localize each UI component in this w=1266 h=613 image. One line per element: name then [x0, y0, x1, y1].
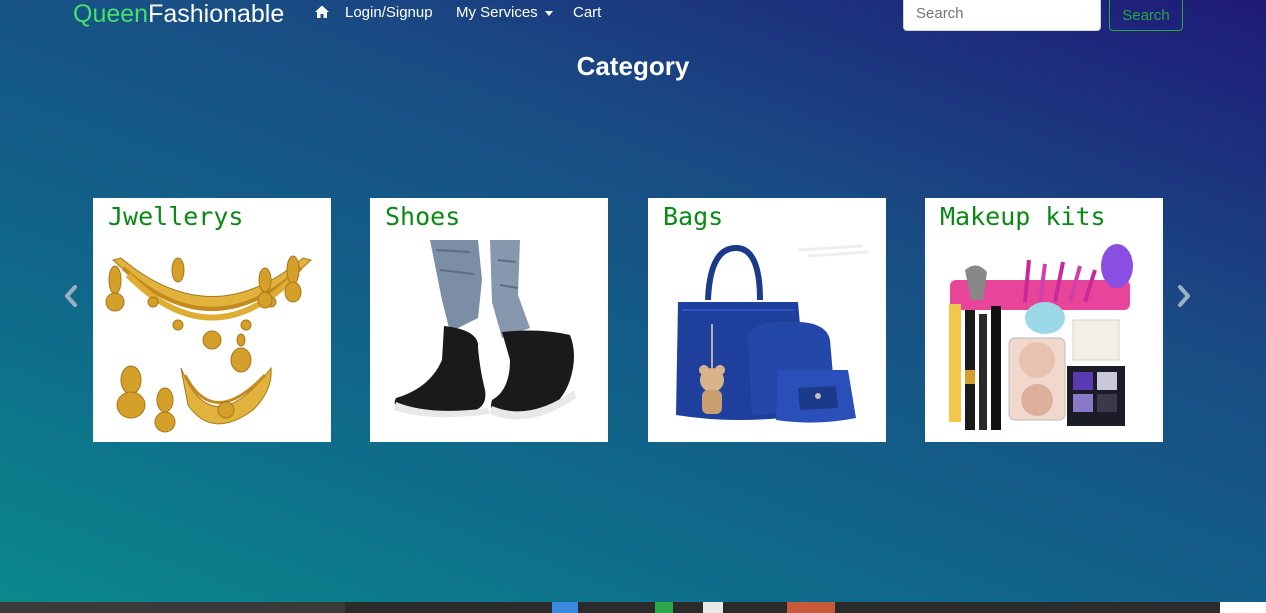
bags-image	[676, 244, 869, 423]
category-label: Jwellerys	[108, 202, 244, 231]
navbar: QueenFashionable Login/Signup My Service…	[0, 0, 1266, 31]
brand-part1: Queen	[73, 0, 149, 28]
taskbar-app-icon[interactable]	[703, 602, 723, 613]
taskbar-app-icon[interactable]	[552, 602, 578, 613]
category-card-jewellery[interactable]: Jwellerys	[93, 198, 331, 442]
taskbar-app-icon[interactable]	[787, 602, 835, 613]
os-taskbar	[0, 602, 1266, 613]
brand-logo[interactable]: QueenFashionable	[73, 0, 284, 28]
category-label: Makeup kits	[940, 202, 1106, 231]
chevron-left-icon[interactable]	[62, 284, 80, 308]
category-card-makeup-kits[interactable]: Makeup kits	[925, 198, 1163, 442]
shoes-image	[394, 240, 576, 420]
nav-cart[interactable]: Cart	[573, 4, 601, 22]
nav-my-services-dropdown[interactable]: My Services	[456, 4, 553, 22]
makeup-kit-image	[949, 244, 1133, 430]
page-title: Category	[576, 51, 690, 81]
category-label: Shoes	[385, 202, 461, 231]
caret-down-icon	[544, 10, 553, 16]
category-card-bags[interactable]: Bags	[648, 198, 886, 442]
search-button[interactable]: Search	[1109, 0, 1183, 31]
nav-login-signup[interactable]: Login/Signup	[345, 4, 433, 22]
brand-part2: Fashionable	[148, 0, 285, 28]
jewellery-image	[105, 255, 312, 433]
taskbar-app-icon[interactable]	[655, 602, 673, 613]
category-card-shoes[interactable]: Shoes	[370, 198, 608, 442]
nav-my-services-label: My Services	[456, 4, 538, 21]
category-label: Bags	[663, 202, 724, 231]
search-input[interactable]	[903, 0, 1101, 31]
taskbar-segment	[0, 602, 345, 613]
taskbar-segment	[1220, 602, 1266, 613]
chevron-right-icon[interactable]	[1175, 284, 1193, 308]
home-icon[interactable]	[314, 4, 330, 20]
